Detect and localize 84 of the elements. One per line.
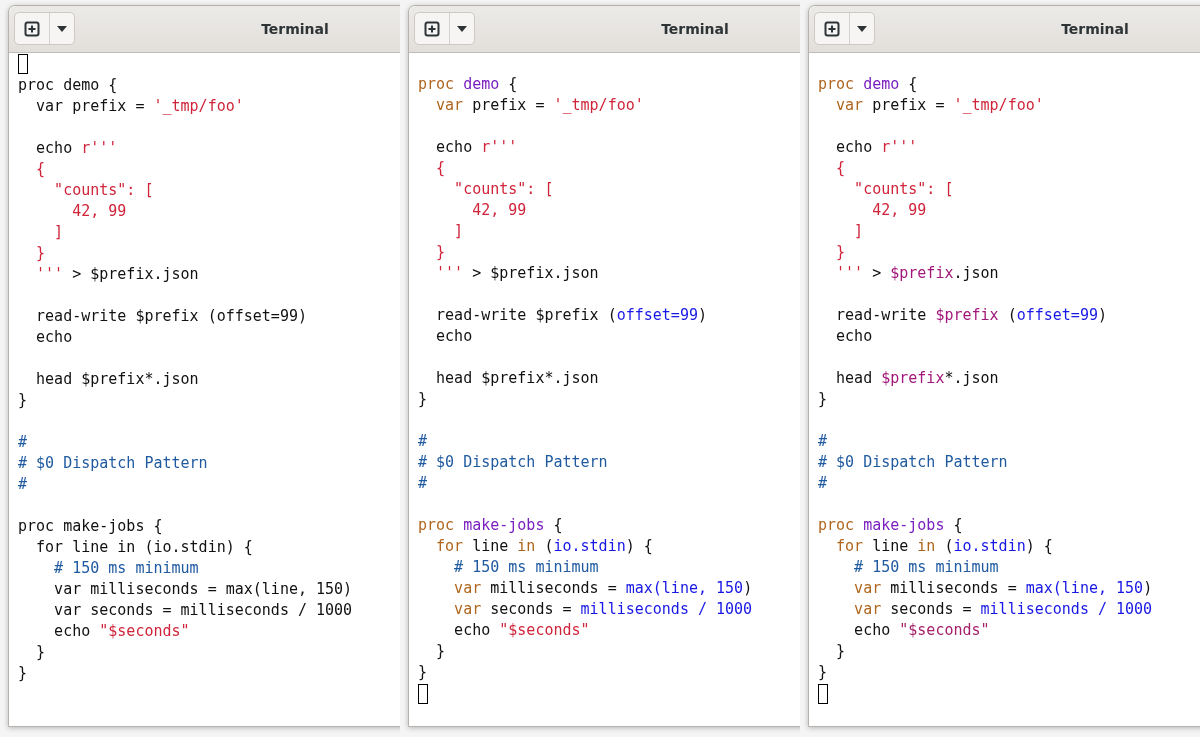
code-line: } [418, 662, 428, 683]
code-line: } [435, 641, 446, 662]
code-line: # $0 Dispatch Pattern [418, 452, 608, 473]
caret-icon [57, 25, 67, 32]
code-line: for line in (io.stdin) { [435, 536, 653, 557]
code-line: 42, 99 [71, 201, 127, 222]
code-line: head $prefix*.json [835, 368, 999, 389]
window-title: Terminal [1061, 20, 1129, 39]
caret-icon [457, 25, 467, 32]
code-line: proc make-jobs { [18, 516, 163, 537]
code-line: # [818, 473, 828, 494]
code-line: # $0 Dispatch Pattern [818, 452, 1008, 473]
code-line: ] [53, 222, 64, 243]
code-line: # 150 ms minimum [453, 557, 599, 578]
code-line: ] [453, 221, 464, 242]
code-line: var milliseconds = max(line, 150) [453, 578, 753, 599]
code-line: # 150 ms minimum [53, 558, 199, 579]
code-line: # [818, 431, 828, 452]
plus-square-icon [424, 20, 440, 37]
code-line: 42, 99 [471, 200, 527, 221]
window-title: Terminal [261, 20, 329, 39]
code-line: { [435, 158, 446, 179]
code-line: echo r''' [435, 137, 518, 158]
code-line: echo [835, 326, 873, 347]
code-line: ''' > $prefix.json [35, 264, 199, 285]
code-line: head $prefix*.json [435, 368, 599, 389]
code-line: for line in (io.stdin) { [35, 537, 253, 558]
code-line: proc demo { [18, 75, 118, 96]
plus-square-icon [24, 20, 40, 37]
code-line: } [818, 389, 828, 410]
code-line: echo [435, 326, 473, 347]
code-line: } [818, 662, 828, 683]
code-line: echo "$seconds" [53, 621, 190, 642]
code-line: } [418, 389, 428, 410]
code-line: var prefix = '_tmp/foo' [835, 95, 1044, 116]
code-line: echo "$seconds" [453, 620, 590, 641]
code-line: "counts": [ [53, 180, 154, 201]
caret-icon [857, 25, 867, 32]
code-line: var prefix = '_tmp/foo' [435, 95, 644, 116]
code-line: var milliseconds = max(line, 150) [853, 578, 1153, 599]
code-line: # 150 ms minimum [853, 557, 999, 578]
code-line: # [418, 473, 428, 494]
code-line: { [835, 158, 846, 179]
code-line: proc make-jobs { [818, 515, 963, 536]
code-line: 42, 99 [871, 200, 927, 221]
code-line: "counts": [ [853, 179, 954, 200]
code-line: # [18, 474, 28, 495]
terminal-cursor [818, 684, 828, 704]
code-line: var seconds = milliseconds / 1000 [453, 599, 753, 620]
code-line: echo [35, 327, 73, 348]
code-line: # $0 Dispatch Pattern [18, 453, 208, 474]
code-line: ''' > $prefix.json [435, 263, 599, 284]
code-line: proc demo { [418, 74, 518, 95]
code-line: } [435, 242, 446, 263]
code-line: # [18, 432, 28, 453]
code-line: echo r''' [35, 138, 118, 159]
code-line: read-write $prefix (offset=99) [435, 305, 707, 326]
code-line: { [35, 159, 46, 180]
code-line: read-write $prefix (offset=99) [35, 306, 307, 327]
code-line: proc make-jobs { [418, 515, 563, 536]
code-line: # [418, 431, 428, 452]
code-line: echo "$seconds" [853, 620, 990, 641]
code-line: } [835, 641, 846, 662]
terminal-cursor [418, 684, 428, 704]
code-line: "counts": [ [453, 179, 554, 200]
code-line: var seconds = milliseconds / 1000 [853, 599, 1153, 620]
code-line: var milliseconds = max(line, 150) [53, 579, 353, 600]
code-line: ''' > $prefix.json [835, 263, 999, 284]
code-line: } [835, 242, 846, 263]
code-line: var seconds = milliseconds / 1000 [53, 600, 353, 621]
code-line: head $prefix*.json [35, 369, 199, 390]
code-line: ] [853, 221, 864, 242]
code-line: } [35, 243, 46, 264]
code-line: echo r''' [835, 137, 918, 158]
window-title: Terminal [661, 20, 729, 39]
code-line: var prefix = '_tmp/foo' [35, 96, 244, 117]
code-line: } [35, 642, 46, 663]
plus-square-icon [824, 20, 840, 37]
code-line: proc demo { [818, 74, 918, 95]
code-line: for line in (io.stdin) { [835, 536, 1053, 557]
code-line: } [18, 390, 28, 411]
code-line: read-write $prefix (offset=99) [835, 305, 1107, 326]
code-line: } [18, 663, 28, 684]
terminal-cursor [18, 54, 28, 74]
